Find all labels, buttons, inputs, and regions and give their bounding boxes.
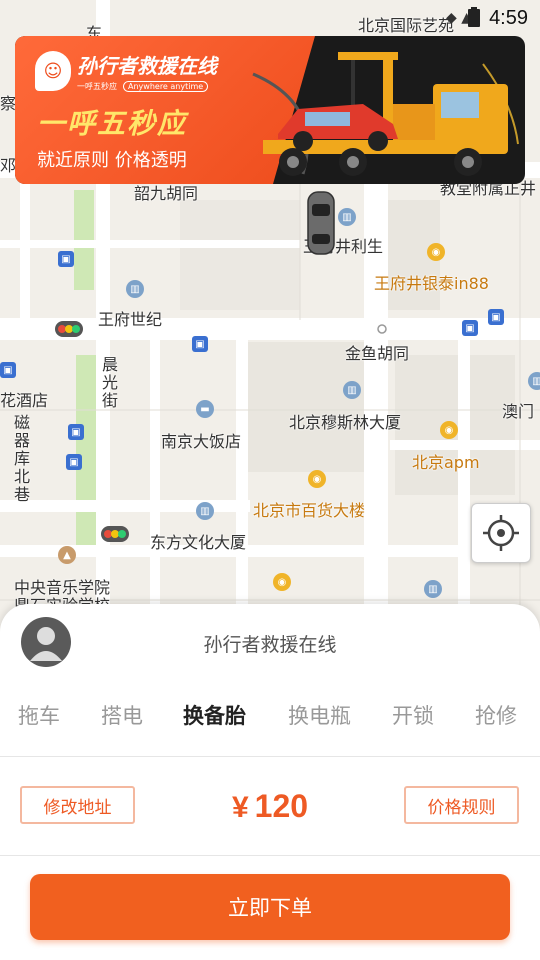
status-bar: ◆ ▲ 4:59 xyxy=(0,0,540,36)
tab-spare-tire[interactable]: 换备胎 xyxy=(183,700,246,730)
tab-tow[interactable]: 拖车 xyxy=(18,700,60,730)
map-label: 金鱼胡同 xyxy=(345,344,410,363)
shopping-icon: ◉ xyxy=(273,573,291,591)
map-label: 王府井银泰in88 xyxy=(374,274,489,293)
locate-me-button[interactable] xyxy=(471,503,531,563)
school-icon: ▲ xyxy=(58,546,76,564)
price-amount: 120 xyxy=(254,788,309,824)
map-label: 王府世纪 xyxy=(98,310,163,329)
monkey-logo-icon: ☺ xyxy=(35,51,71,91)
building-icon: ▥ xyxy=(343,381,361,399)
map-label: 北京apm xyxy=(412,453,480,472)
map-label: 澳门 xyxy=(502,402,535,421)
status-time: 4:59 xyxy=(489,7,528,29)
tab-unlock[interactable]: 开锁 xyxy=(392,700,434,730)
bus-stop-icon: ▣ xyxy=(58,251,74,267)
traffic-light-icon xyxy=(101,526,129,542)
shopping-icon: ◉ xyxy=(427,243,445,261)
brand: ☺ 孙行者救援在线 一呼五秒应 Anywhere anytime xyxy=(35,50,217,92)
map-label: 晨光街 xyxy=(99,356,118,410)
map-label: 北京穆斯林大厦 xyxy=(289,413,402,432)
map-label: 东方文化大厦 xyxy=(150,533,247,552)
hotel-icon: ▬ xyxy=(196,400,214,418)
tab-jump-start[interactable]: 搭电 xyxy=(101,700,143,730)
sheet-title: 孙行者救援在线 xyxy=(203,634,337,656)
service-tabs: 拖车 搭电 换备胎 换电瓶 开锁 抢修 xyxy=(0,700,540,740)
shopping-icon: ◉ xyxy=(440,421,458,439)
building-icon: ▥ xyxy=(528,372,540,390)
banner-tagline: 就近原则 价格透明 xyxy=(37,150,187,171)
divider xyxy=(0,855,540,856)
brand-en: Anywhere anytime xyxy=(123,81,209,92)
map-label: 察 xyxy=(0,94,17,113)
place-order-button[interactable]: 立即下单 xyxy=(30,874,510,940)
brand-name: 孙行者救援在线 xyxy=(77,54,217,78)
price-currency: ¥ xyxy=(231,791,249,824)
map-label: 花酒店 xyxy=(0,391,49,410)
building-icon: ▥ xyxy=(126,280,144,298)
banner-slogan: 一呼五秒应 xyxy=(37,107,188,140)
bus-stop-icon: ▣ xyxy=(0,362,16,378)
map-label: 北京市百货大楼 xyxy=(253,501,366,520)
map-label: 南京大饭店 xyxy=(161,432,242,451)
tab-battery[interactable]: 换电瓶 xyxy=(288,700,351,730)
tow-truck-icon xyxy=(252,52,519,176)
building-icon: ▥ xyxy=(338,208,356,226)
traffic-light-icon xyxy=(55,321,83,337)
bus-stop-icon: ▣ xyxy=(488,309,504,325)
map-label: 邓 xyxy=(0,156,17,175)
bus-stop-icon: ▣ xyxy=(462,320,478,336)
order-sheet: 孙行者救援在线 拖车 搭电 换备胎 换电瓶 开锁 抢修 修改地址 ¥120 价格… xyxy=(0,604,540,960)
battery-icon xyxy=(468,7,480,27)
divider xyxy=(0,756,540,757)
bus-stop-icon: ▣ xyxy=(68,424,84,440)
crosshair-icon xyxy=(483,515,519,551)
bus-stop-icon: ▣ xyxy=(192,336,208,352)
vehicle-marker-icon xyxy=(307,191,335,255)
map-label: 磁器库北巷 xyxy=(11,414,30,504)
shopping-icon: ◉ xyxy=(308,470,326,488)
price-rules-button[interactable]: 价格规则 xyxy=(404,786,519,824)
brand-sub: 一呼五秒应 xyxy=(77,82,117,91)
tab-repair[interactable]: 抢修 xyxy=(475,700,517,730)
building-icon: ▥ xyxy=(424,580,442,598)
building-icon: ▥ xyxy=(196,502,214,520)
bus-stop-icon: ▣ xyxy=(66,454,82,470)
promo-banner[interactable]: ☺ 孙行者救援在线 一呼五秒应 Anywhere anytime 一呼五秒应 就… xyxy=(15,36,525,184)
